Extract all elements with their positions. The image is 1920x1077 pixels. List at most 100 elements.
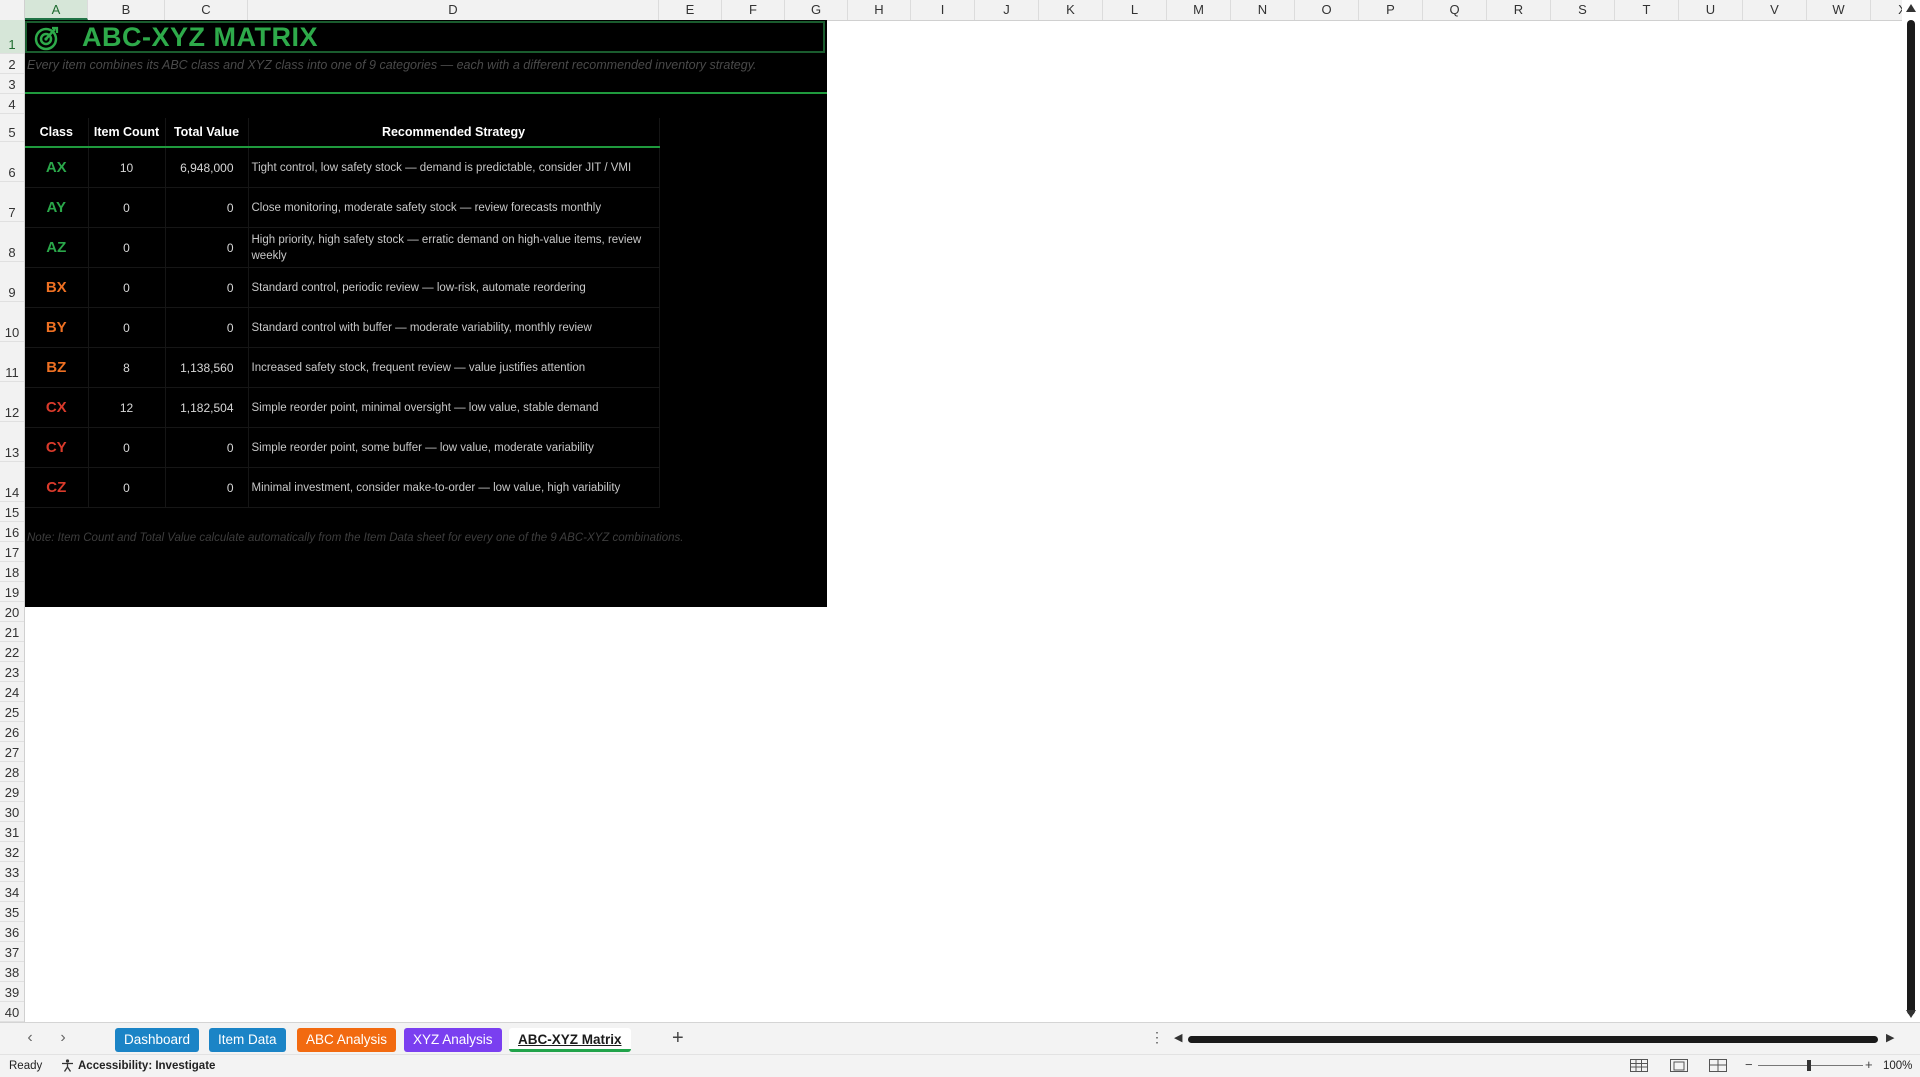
more-options-icon[interactable]: ⋮ <box>1150 1029 1164 1046</box>
zoom-in-icon[interactable]: + <box>1865 1057 1873 1072</box>
strategy-cell[interactable]: Minimal investment, consider make-to-ord… <box>248 467 660 508</box>
total-value-cell[interactable]: 6,948,000 <box>165 147 249 188</box>
row-header-5[interactable]: 5 <box>0 114 24 142</box>
header-item-count[interactable]: Item Count <box>88 118 166 148</box>
class-cell[interactable]: CY <box>25 427 89 468</box>
strategy-cell[interactable]: Standard control, periodic review — low-… <box>248 267 660 308</box>
column-header-p[interactable]: P <box>1359 0 1423 20</box>
total-value-cell[interactable]: 0 <box>165 307 249 348</box>
vertical-scroll-thumb[interactable] <box>1907 20 1915 1015</box>
row-header-33[interactable]: 33 <box>0 862 24 882</box>
total-value-cell[interactable]: 0 <box>165 227 249 268</box>
row-header-4[interactable]: 4 <box>0 94 24 114</box>
class-cell[interactable]: BX <box>25 267 89 308</box>
row-header-36[interactable]: 36 <box>0 922 24 942</box>
row-header-32[interactable]: 32 <box>0 842 24 862</box>
strategy-cell[interactable]: High priority, high safety stock — errat… <box>248 227 660 268</box>
add-sheet-icon[interactable]: + <box>672 1027 684 1050</box>
column-header-r[interactable]: R <box>1487 0 1551 20</box>
row-header-39[interactable]: 39 <box>0 982 24 1002</box>
scroll-left-icon[interactable]: ◀ <box>1174 1031 1182 1044</box>
column-header-e[interactable]: E <box>659 0 722 20</box>
column-header-o[interactable]: O <box>1295 0 1359 20</box>
total-value-cell[interactable]: 0 <box>165 267 249 308</box>
total-value-cell[interactable]: 1,138,560 <box>165 347 249 388</box>
header-strategy[interactable]: Recommended Strategy <box>248 118 660 148</box>
strategy-cell[interactable]: Standard control with buffer — moderate … <box>248 307 660 348</box>
row-header-12[interactable]: 12 <box>0 382 24 422</box>
row-header-16[interactable]: 16 <box>0 522 24 542</box>
row-header-30[interactable]: 30 <box>0 802 24 822</box>
prev-sheet-icon[interactable]: ‹ <box>20 1029 40 1047</box>
item-count-cell[interactable]: 0 <box>88 267 166 308</box>
class-cell[interactable]: AX <box>25 147 89 188</box>
scroll-right-icon[interactable]: ▶ <box>1886 1031 1894 1044</box>
row-header-27[interactable]: 27 <box>0 742 24 762</box>
vertical-scrollbar[interactable] <box>1902 0 1920 1022</box>
row-header-10[interactable]: 10 <box>0 302 24 342</box>
item-count-cell[interactable]: 0 <box>88 307 166 348</box>
row-header-13[interactable]: 13 <box>0 422 24 462</box>
normal-view-icon[interactable] <box>1630 1059 1648 1072</box>
header-total-value[interactable]: Total Value <box>165 118 249 148</box>
strategy-cell[interactable]: Increased safety stock, frequent review … <box>248 347 660 388</box>
column-header-j[interactable]: J <box>975 0 1039 20</box>
row-header-3[interactable]: 3 <box>0 74 24 94</box>
strategy-cell[interactable]: Close monitoring, moderate safety stock … <box>248 187 660 228</box>
column-header-k[interactable]: K <box>1039 0 1103 20</box>
sheet-tab-abc-analysis[interactable]: ABC Analysis <box>297 1028 397 1052</box>
zoom-out-icon[interactable]: − <box>1745 1057 1753 1072</box>
row-header-18[interactable]: 18 <box>0 562 24 582</box>
row-header-37[interactable]: 37 <box>0 942 24 962</box>
total-value-cell[interactable]: 0 <box>165 467 249 508</box>
row-header-29[interactable]: 29 <box>0 782 24 802</box>
strategy-cell[interactable]: Simple reorder point, minimal oversight … <box>248 387 660 428</box>
row-header-38[interactable]: 38 <box>0 962 24 982</box>
column-header-g[interactable]: G <box>785 0 848 20</box>
total-value-cell[interactable]: 0 <box>165 427 249 468</box>
accessibility-icon[interactable] <box>61 1059 74 1072</box>
class-cell[interactable]: BY <box>25 307 89 348</box>
row-header-21[interactable]: 21 <box>0 622 24 642</box>
row-header-17[interactable]: 17 <box>0 542 24 562</box>
page-layout-icon[interactable] <box>1670 1059 1688 1072</box>
row-header-7[interactable]: 7 <box>0 182 24 222</box>
sheet-tab-item-data[interactable]: Item Data <box>209 1028 286 1052</box>
row-header-31[interactable]: 31 <box>0 822 24 842</box>
column-header-m[interactable]: M <box>1167 0 1231 20</box>
class-cell[interactable]: CX <box>25 387 89 428</box>
zoom-slider-thumb[interactable] <box>1807 1060 1811 1071</box>
horizontal-scrollbar[interactable] <box>1188 1036 1878 1043</box>
column-header-s[interactable]: S <box>1551 0 1615 20</box>
row-header-8[interactable]: 8 <box>0 222 24 262</box>
row-header-22[interactable]: 22 <box>0 642 24 662</box>
row-header-14[interactable]: 14 <box>0 462 24 502</box>
total-value-cell[interactable]: 0 <box>165 187 249 228</box>
column-header-d[interactable]: D <box>248 0 659 20</box>
column-header-u[interactable]: U <box>1679 0 1743 20</box>
column-header-t[interactable]: T <box>1615 0 1679 20</box>
row-header-20[interactable]: 20 <box>0 602 24 622</box>
header-class[interactable]: Class <box>25 118 89 148</box>
item-count-cell[interactable]: 0 <box>88 467 166 508</box>
accessibility-status[interactable]: Accessibility: Investigate <box>78 1060 215 1072</box>
column-header-h[interactable]: H <box>848 0 911 20</box>
row-header-1[interactable]: 1 <box>0 20 24 54</box>
class-cell[interactable]: AY <box>25 187 89 228</box>
strategy-cell[interactable]: Simple reorder point, some buffer — low … <box>248 427 660 468</box>
zoom-level[interactable]: 100% <box>1883 1060 1912 1072</box>
scroll-down-icon[interactable] <box>1906 1010 1916 1018</box>
row-header-35[interactable]: 35 <box>0 902 24 922</box>
column-header-f[interactable]: F <box>722 0 785 20</box>
class-cell[interactable]: CZ <box>25 467 89 508</box>
total-value-cell[interactable]: 1,182,504 <box>165 387 249 428</box>
row-header-26[interactable]: 26 <box>0 722 24 742</box>
column-header-w[interactable]: W <box>1807 0 1871 20</box>
item-count-cell[interactable]: 0 <box>88 427 166 468</box>
row-header-25[interactable]: 25 <box>0 702 24 722</box>
select-all-corner[interactable] <box>0 0 25 20</box>
item-count-cell[interactable]: 12 <box>88 387 166 428</box>
next-sheet-icon[interactable]: › <box>53 1029 73 1047</box>
column-header-v[interactable]: V <box>1743 0 1807 20</box>
item-count-cell[interactable]: 10 <box>88 147 166 188</box>
